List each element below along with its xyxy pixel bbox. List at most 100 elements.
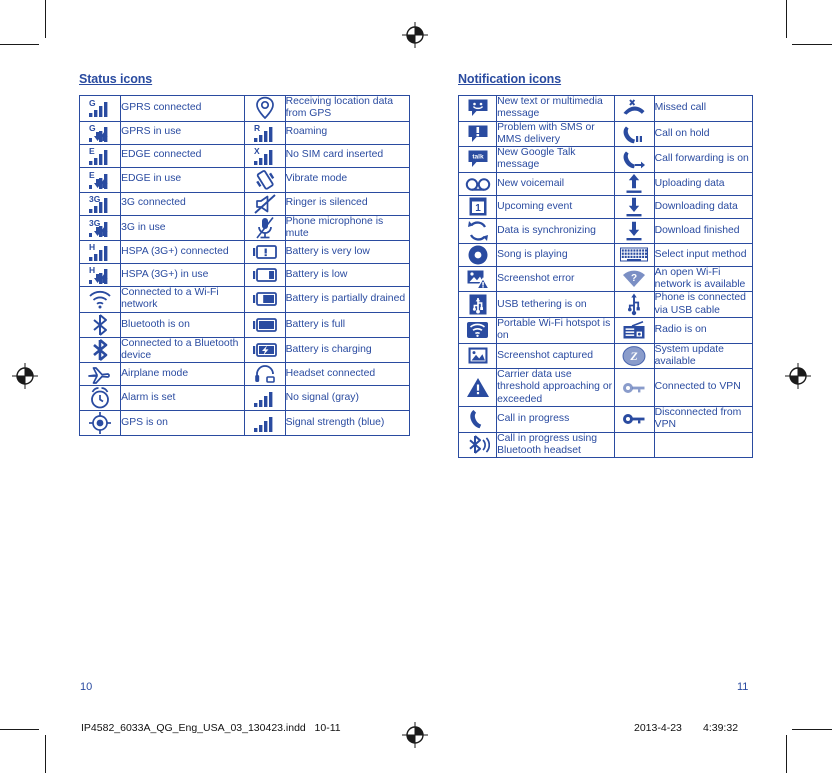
table-row: talk New Google Talk message Call forwardi…	[457, 146, 754, 173]
table-row: USB tethering is on Phone is connected vi…	[457, 291, 754, 318]
icon-description: EDGE connected	[120, 143, 246, 168]
hspa-connected-icon: H	[78, 240, 122, 265]
svg-text:H: H	[89, 265, 95, 275]
icon-description: Alarm is set	[120, 385, 246, 412]
gprs-connected-icon: G	[78, 95, 122, 122]
icon-description: Vibrate mode	[284, 166, 411, 193]
icon-description: Connected to a Wi-Fi network	[120, 286, 246, 313]
icon-description: Headset connected	[284, 362, 411, 387]
battery-full-icon	[244, 311, 286, 338]
icon-description: Receiving location data from GPS	[284, 95, 411, 122]
svg-text:3G: 3G	[89, 194, 101, 204]
registration-mark-right	[785, 363, 811, 389]
3g-connected-icon: 3G	[78, 191, 122, 216]
icon-description: Select input method	[653, 242, 754, 267]
icon-description: GPRS connected	[120, 95, 246, 122]
crop-mark-top-right-vertical	[786, 0, 787, 38]
icon-description: Call in progress	[496, 406, 615, 433]
crop-mark-bottom-left-horizontal	[0, 729, 39, 730]
microphone-mute-icon	[244, 214, 286, 242]
table-row: New text or multimedia message Missed cal…	[457, 95, 754, 122]
radio-icon	[613, 316, 655, 344]
ringer-silenced-icon	[244, 191, 286, 216]
airplane-mode-icon	[78, 362, 122, 387]
icon-description: Ringer is silenced	[284, 191, 411, 216]
edge-connected-icon: E	[78, 143, 122, 168]
download-finished-icon	[613, 217, 655, 244]
svg-text:Z: Z	[629, 349, 638, 363]
icon-description: No signal (gray)	[284, 385, 411, 412]
icon-description: Downloading data	[653, 194, 754, 219]
usb-cable-icon	[613, 291, 655, 318]
icon-description: Disconnected from VPN	[653, 406, 754, 433]
icon-description: GPS is on	[120, 410, 246, 437]
wifi-connected-icon	[78, 286, 122, 313]
icon-description: Upcoming event	[496, 194, 615, 219]
icon-description: New Google Talk message	[496, 146, 615, 173]
icon-description: Phone microphone is mute	[284, 214, 411, 242]
icon-description: Battery is charging	[284, 336, 411, 364]
icon-description: EDGE in use	[120, 166, 246, 193]
table-row: Portable Wi-Fi hotspot is on Radio is on	[457, 316, 754, 344]
svg-text:E: E	[89, 146, 95, 156]
roaming-icon: R	[244, 120, 286, 145]
table-row: Problem with SMS or MMS delivery Call on …	[457, 120, 754, 148]
crop-mark-bottom-right-vertical	[786, 735, 787, 773]
download-icon	[613, 194, 655, 219]
icon-description: Connected to VPN	[653, 368, 754, 408]
icon-description: Phone is connected via USB cable	[653, 291, 754, 318]
system-update-icon: Z	[613, 342, 655, 370]
svg-text:E: E	[89, 170, 95, 180]
icon-description: HSPA (3G+) in use	[120, 263, 246, 288]
icon-description: Battery is full	[284, 311, 411, 338]
gps-on-icon	[78, 410, 122, 437]
icon-description: USB tethering is on	[496, 291, 615, 318]
icon-description: GPRS in use	[120, 120, 246, 145]
table-row: Connected to a Bluetooth device Battery i…	[78, 336, 411, 364]
notification-icons-page: Notification icons New text or multimedi…	[457, 72, 754, 459]
icon-description: Battery is partially drained	[284, 286, 411, 313]
status-icons-heading: Status icons	[79, 72, 153, 86]
svg-text:X: X	[254, 146, 260, 156]
call-forwarding-icon	[613, 146, 655, 173]
table-row: G GPRS in use R Roaming	[78, 120, 411, 145]
icon-description	[653, 431, 754, 459]
new-message-icon	[457, 95, 498, 122]
icon-description: Airplane mode	[120, 362, 246, 387]
icon-description: New text or multimedia message	[496, 95, 615, 122]
battery-very-low-icon	[244, 240, 286, 265]
vpn-disconnected-icon	[613, 406, 655, 433]
table-row: GPS is on Signal strength (blue)	[78, 410, 411, 437]
icon-description: Song is playing	[496, 242, 615, 267]
icon-description: New voicemail	[496, 171, 615, 196]
calendar-event-icon: 1	[457, 194, 498, 219]
icon-description: Data is synchronizing	[496, 217, 615, 244]
table-row: H HSPA (3G+) connected Battery is very low	[78, 240, 411, 265]
status-icons-page: Status icons G GPRS connected Receiving lo…	[78, 72, 411, 437]
table-row: Airplane mode Headset connected	[78, 362, 411, 387]
icon-description: 3G in use	[120, 214, 246, 242]
icon-description: Carrier data use threshold approaching o…	[496, 368, 615, 408]
notification-icons-heading: Notification icons	[458, 72, 562, 86]
icon-description: An open Wi-Fi network is available	[653, 265, 754, 293]
table-row: Bluetooth is on Battery is full	[78, 311, 411, 338]
svg-text:G: G	[89, 123, 96, 133]
table-row: Song is playing Select input method	[457, 242, 754, 267]
gprs-in-use-icon: G	[78, 120, 122, 145]
signal-strength-icon	[244, 410, 286, 437]
vibrate-mode-icon	[244, 166, 286, 193]
icon-description: Roaming	[284, 120, 411, 145]
usb-tethering-icon	[457, 291, 498, 318]
table-row: 3G 3G connected Ringer is silenced	[78, 191, 411, 216]
upload-icon	[613, 171, 655, 196]
page-number-right: 11	[737, 681, 749, 693]
icon-description: HSPA (3G+) connected	[120, 240, 246, 265]
no-sim-card-icon: X	[244, 143, 286, 168]
open-wifi-icon: ?	[613, 265, 655, 293]
bluetooth-call-icon	[457, 431, 498, 459]
voicemail-icon	[457, 171, 498, 196]
hspa-in-use-icon: H	[78, 263, 122, 288]
table-row: 3G 3G in use Phone microphone is mute	[78, 214, 411, 242]
icon-description: Signal strength (blue)	[284, 410, 411, 437]
icon-description: 3G connected	[120, 191, 246, 216]
